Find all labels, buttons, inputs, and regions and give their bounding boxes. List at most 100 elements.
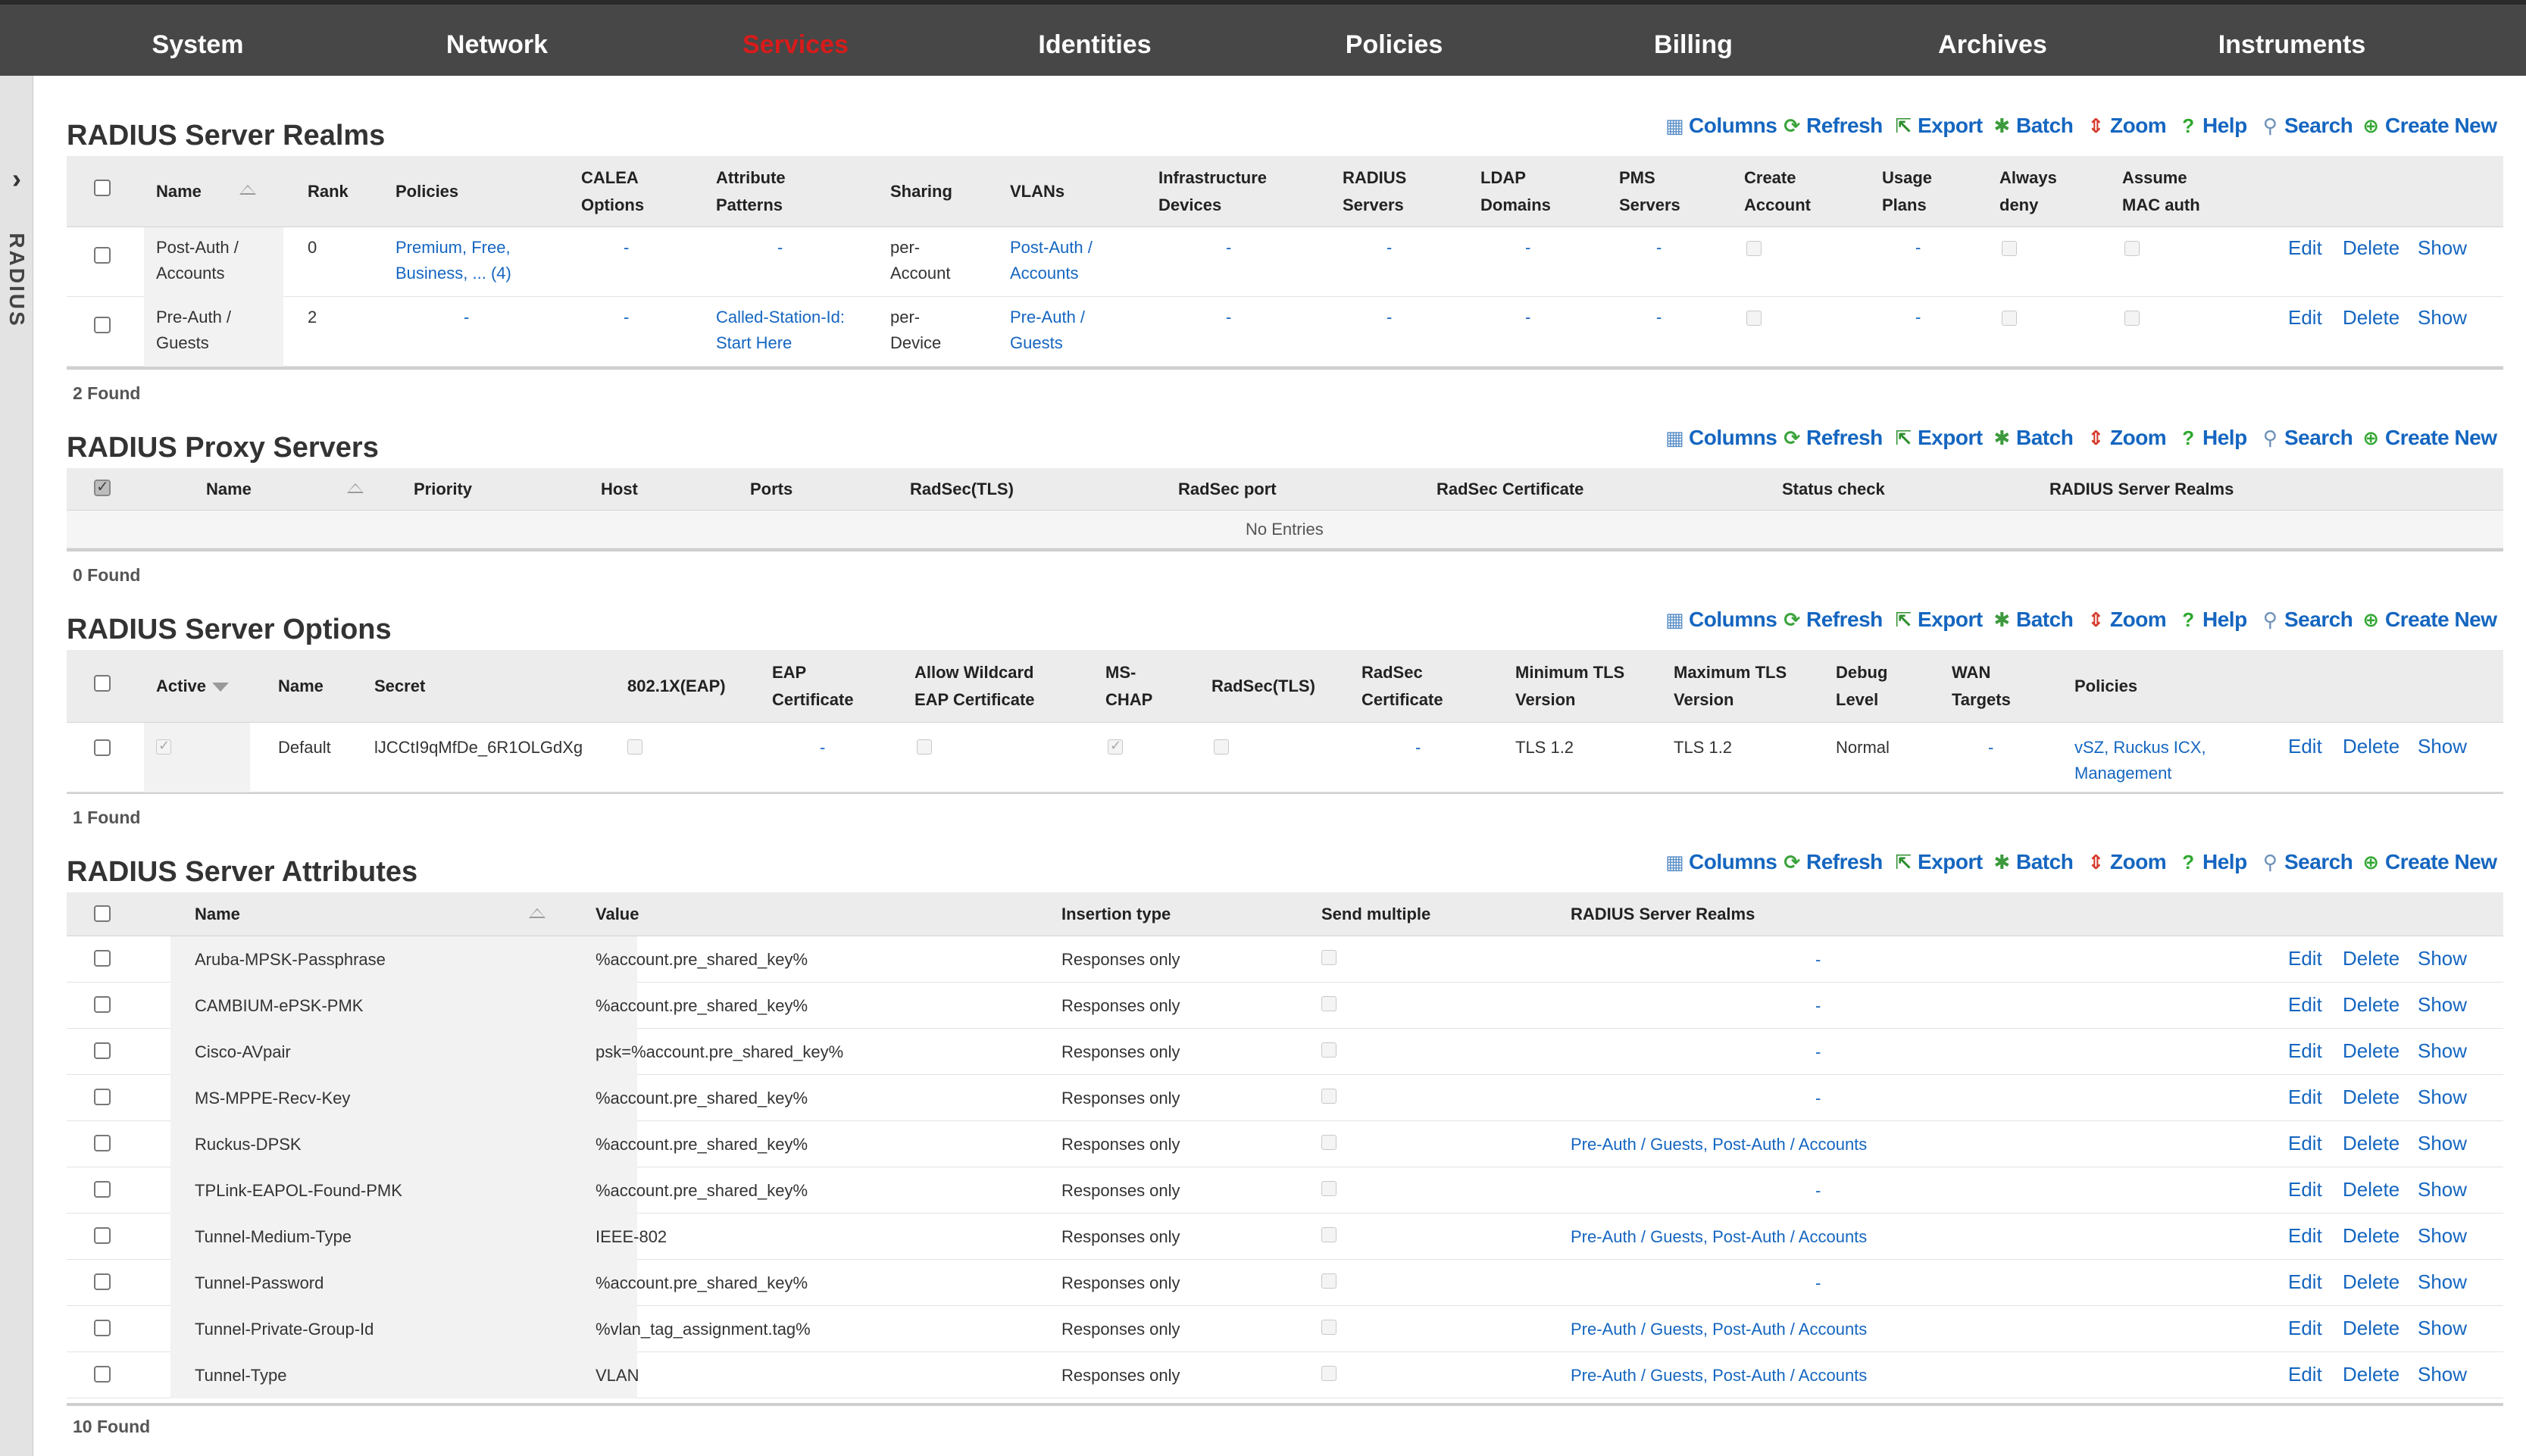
row-checkbox[interactable] — [94, 1089, 111, 1105]
show-link[interactable]: Show — [2418, 993, 2467, 1017]
delete-link[interactable]: Delete — [2343, 1317, 2399, 1340]
refresh-button[interactable]: ⟳ Refresh — [1780, 608, 1883, 632]
attribute-realms-link[interactable]: Pre-Auth / Guests, Post-Auth / Accounts — [1571, 1132, 1867, 1157]
columns-button[interactable]: ▦ Columns — [1663, 114, 1777, 138]
edit-link[interactable]: Edit — [2288, 1270, 2322, 1294]
nav-network[interactable]: Network — [446, 30, 548, 60]
col-rank[interactable]: Rank — [308, 178, 349, 205]
col-vlans[interactable]: VLANs — [1010, 178, 1064, 205]
delete-link[interactable]: Delete — [2343, 1039, 2399, 1063]
batch-button[interactable]: ✱ Batch — [1990, 426, 2073, 450]
show-link[interactable]: Show — [2418, 1224, 2467, 1248]
table-row[interactable]: Cisco-AVpair psk=%account.pre_shared_key%… — [67, 1029, 2503, 1075]
edit-link[interactable]: Edit — [2288, 1039, 2322, 1063]
col-usage[interactable]: Usage — [1882, 164, 1932, 191]
table-row[interactable]: Ruckus-DPSK %account.pre_shared_key% Respo… — [67, 1121, 2503, 1167]
col-assume[interactable]: Assume — [2122, 164, 2187, 191]
col-host[interactable]: Host — [601, 476, 638, 502]
nav-billing[interactable]: Billing — [1654, 30, 1733, 60]
col-always[interactable]: Always — [1999, 164, 2057, 191]
col-max-tls[interactable]: Maximum TLS — [1674, 659, 1787, 686]
attribute-realms-link[interactable]: Pre-Auth / Guests, Post-Auth / Accounts — [1571, 1317, 1867, 1342]
nav-instruments[interactable]: Instruments — [2218, 30, 2366, 60]
col-ldap[interactable]: LDAP — [1480, 164, 1526, 191]
row-checkbox[interactable] — [94, 950, 111, 967]
row-checkbox[interactable] — [94, 247, 111, 264]
refresh-button[interactable]: ⟳ Refresh — [1780, 114, 1883, 138]
col-policies[interactable]: Policies — [2074, 673, 2137, 699]
help-button[interactable]: ? Help — [2177, 608, 2247, 632]
row-checkbox[interactable] — [94, 1320, 111, 1336]
table-row[interactable]: Tunnel-Medium-Type IEEE-802 Responses only… — [67, 1214, 2503, 1260]
columns-button[interactable]: ▦ Columns — [1663, 426, 1777, 450]
row-checkbox[interactable] — [94, 1227, 111, 1244]
row-checkbox[interactable] — [94, 1181, 111, 1198]
col-radsec-port[interactable]: RadSec port — [1178, 476, 1277, 502]
edit-link[interactable]: Edit — [2288, 236, 2322, 260]
edit-link[interactable]: Edit — [2288, 1363, 2322, 1386]
col-insertion[interactable]: Insertion type — [1061, 901, 1171, 927]
col-value[interactable]: Value — [596, 901, 639, 927]
col-debug[interactable]: Debug — [1836, 659, 1887, 686]
col-radius[interactable]: RADIUS — [1343, 164, 1406, 191]
columns-button[interactable]: ▦ Columns — [1663, 850, 1777, 874]
col-infra[interactable]: Infrastructure — [1158, 164, 1267, 191]
edit-link[interactable]: Edit — [2288, 1224, 2322, 1248]
delete-link[interactable]: Delete — [2343, 1086, 2399, 1109]
col-attr[interactable]: Attribute — [716, 164, 786, 191]
zoom-button[interactable]: ⇕ Zoom — [2084, 426, 2166, 450]
refresh-button[interactable]: ⟳ Refresh — [1780, 850, 1883, 874]
table-row[interactable]: Tunnel-Private-Group-Id %vlan_tag_assignm… — [67, 1306, 2503, 1352]
select-all-checkbox[interactable] — [94, 905, 111, 922]
row-checkbox[interactable] — [94, 1042, 111, 1059]
table-row[interactable]: Aruba-MPSK-Passphrase %account.pre_shared… — [67, 936, 2503, 983]
row-checkbox[interactable] — [94, 1135, 111, 1151]
export-button[interactable]: ⇱ Export — [1892, 426, 1983, 450]
nav-services[interactable]: Services — [742, 30, 849, 60]
help-button[interactable]: ? Help — [2177, 114, 2247, 138]
col-priority[interactable]: Priority — [414, 476, 472, 502]
edit-link[interactable]: Edit — [2288, 1317, 2322, 1340]
col-policies[interactable]: Policies — [395, 178, 458, 205]
realm-policies-link[interactable]: Premium, Free, — [395, 235, 511, 260]
table-row[interactable]: Default lJCCtI9qMfDe_6R1OLGdXg - - TLS 1… — [67, 723, 2503, 792]
delete-link[interactable]: Delete — [2343, 1178, 2399, 1201]
row-checkbox[interactable] — [94, 996, 111, 1013]
realm-policies-link-2[interactable]: Business, ... (4) — [395, 261, 511, 286]
create-new-button[interactable]: ⊕ Create New — [2359, 850, 2497, 874]
select-all-checkbox[interactable] — [94, 477, 111, 496]
table-row[interactable]: Tunnel-Type VLAN Responses only Pre-Auth / … — [67, 1352, 2503, 1398]
nav-system[interactable]: System — [152, 30, 244, 60]
row-checkbox[interactable] — [94, 1273, 111, 1290]
columns-button[interactable]: ▦ Columns — [1663, 608, 1777, 632]
show-link[interactable]: Show — [2418, 735, 2467, 758]
zoom-button[interactable]: ⇕ Zoom — [2084, 608, 2166, 632]
edit-link[interactable]: Edit — [2288, 735, 2322, 758]
batch-button[interactable]: ✱ Batch — [1990, 608, 2073, 632]
help-button[interactable]: ? Help — [2177, 426, 2247, 450]
edit-link[interactable]: Edit — [2288, 306, 2322, 330]
col-pms[interactable]: PMS — [1619, 164, 1655, 191]
col-wan[interactable]: WAN — [1952, 659, 1990, 686]
sort-asc-icon[interactable] — [239, 185, 256, 195]
col-radsec-cert[interactable]: RadSec Certificate — [1437, 476, 1583, 502]
help-button[interactable]: ? Help — [2177, 850, 2247, 874]
edit-link[interactable]: Edit — [2288, 947, 2322, 970]
show-link[interactable]: Show — [2418, 1178, 2467, 1201]
show-link[interactable]: Show — [2418, 947, 2467, 970]
col-eap[interactable]: 802.1X(EAP) — [627, 673, 726, 699]
col-eap-cert[interactable]: EAP — [772, 659, 806, 686]
refresh-button[interactable]: ⟳ Refresh — [1780, 426, 1883, 450]
table-row[interactable]: MS-MPPE-Recv-Key %account.pre_shared_key%… — [67, 1075, 2503, 1121]
delete-link[interactable]: Delete — [2343, 993, 2399, 1017]
col-name[interactable]: Name — [278, 673, 324, 699]
row-checkbox[interactable] — [94, 317, 111, 333]
search-button[interactable]: ⚲ Search — [2259, 114, 2353, 138]
col-ports[interactable]: Ports — [750, 476, 793, 502]
table-row[interactable]: TPLink-EAPOL-Found-PMK %account.pre_share… — [67, 1167, 2503, 1214]
col-name[interactable]: Name — [156, 178, 202, 205]
delete-link[interactable]: Delete — [2343, 236, 2399, 260]
realm-vlans-link[interactable]: Post-Auth / — [1010, 235, 1093, 260]
export-button[interactable]: ⇱ Export — [1892, 114, 1983, 138]
col-calea[interactable]: CALEA — [581, 164, 639, 191]
